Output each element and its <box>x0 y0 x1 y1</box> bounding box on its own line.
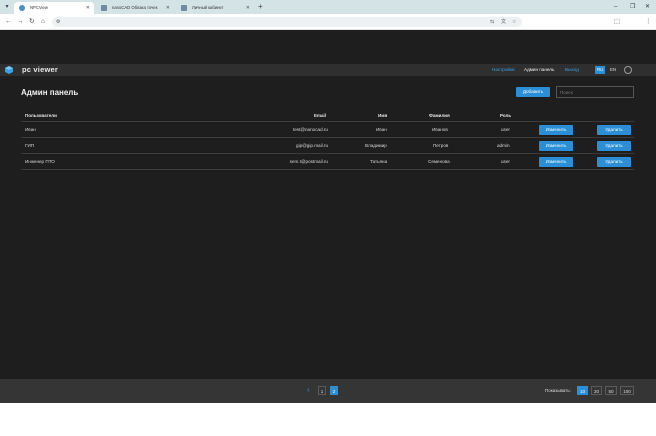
delete-button[interactable]: Удалить <box>597 157 631 167</box>
row-user: ГИП <box>25 143 35 148</box>
edit-button[interactable]: Изменить <box>539 141 573 151</box>
nav-admin-link[interactable]: Админ панель <box>524 64 554 76</box>
column-header-surname: Фамилия <box>429 113 450 118</box>
edit-button[interactable]: Изменить <box>539 125 573 135</box>
row-name: Иван <box>376 127 387 132</box>
row-surname: Семенова <box>428 159 450 164</box>
row-email: test@nanocad.ru <box>292 127 328 132</box>
row-divider <box>21 137 634 138</box>
row-role: user <box>501 159 510 164</box>
column-header-name: Имя <box>378 113 388 118</box>
app-header: pc viewer Настройки Админ панель Выход R… <box>0 64 656 76</box>
screen: ▾ NPCView ✕ nanoCAD Облака точек ✕ Личны… <box>0 0 656 436</box>
lang-en-button[interactable]: EN <box>608 66 618 74</box>
row-email: gip@gip.mail.ru <box>296 143 328 148</box>
page-title: Админ панель <box>21 88 79 97</box>
page-size-100[interactable]: 100 <box>620 386 634 395</box>
app-logo[interactable]: pc viewer <box>22 65 58 75</box>
page-size-20[interactable]: 20 <box>591 386 602 395</box>
column-header-role: Роль <box>500 113 512 118</box>
add-user-button[interactable]: Добавить <box>516 87 550 97</box>
column-header-email: Email <box>314 113 327 118</box>
page-size-label: Показывать: <box>545 388 571 393</box>
row-user: Инженер ПТО <box>25 159 55 164</box>
edit-button[interactable]: Изменить <box>539 157 573 167</box>
row-role: admin <box>497 143 510 148</box>
row-email: sem.t@postmail.ru <box>289 159 328 164</box>
row-name: Татьяна <box>370 159 388 164</box>
logo-icon <box>5 66 13 74</box>
page-size-50[interactable]: 50 <box>605 386 617 395</box>
row-surname: Петров <box>433 143 449 148</box>
page-size-10[interactable]: 10 <box>577 386 588 395</box>
row-role: user <box>501 127 510 132</box>
row-divider <box>21 169 634 170</box>
page-button-1[interactable]: 1 <box>318 386 326 395</box>
row-surname: Иванов <box>432 127 448 132</box>
nav-logout-link[interactable]: Выход <box>565 64 579 76</box>
header-divider <box>21 121 634 122</box>
row-name: Владимир <box>365 143 387 148</box>
chevron-left-icon[interactable]: ‹ <box>307 385 310 395</box>
search-input[interactable] <box>556 86 634 98</box>
row-user: Иван <box>25 127 36 132</box>
nav-settings-link[interactable]: Настройки <box>492 64 515 76</box>
row-divider <box>21 153 634 154</box>
page-button-2[interactable]: 2 <box>330 386 338 395</box>
delete-button[interactable]: Удалить <box>597 125 631 135</box>
user-profile-icon[interactable] <box>624 66 632 74</box>
column-header-users: Пользователи <box>25 113 57 118</box>
pagination-footer: ‹ 1 2 Показывать: 10 20 50 100 <box>0 379 656 403</box>
delete-button[interactable]: Удалить <box>597 141 631 151</box>
lang-ru-button[interactable]: RU <box>595 66 606 74</box>
